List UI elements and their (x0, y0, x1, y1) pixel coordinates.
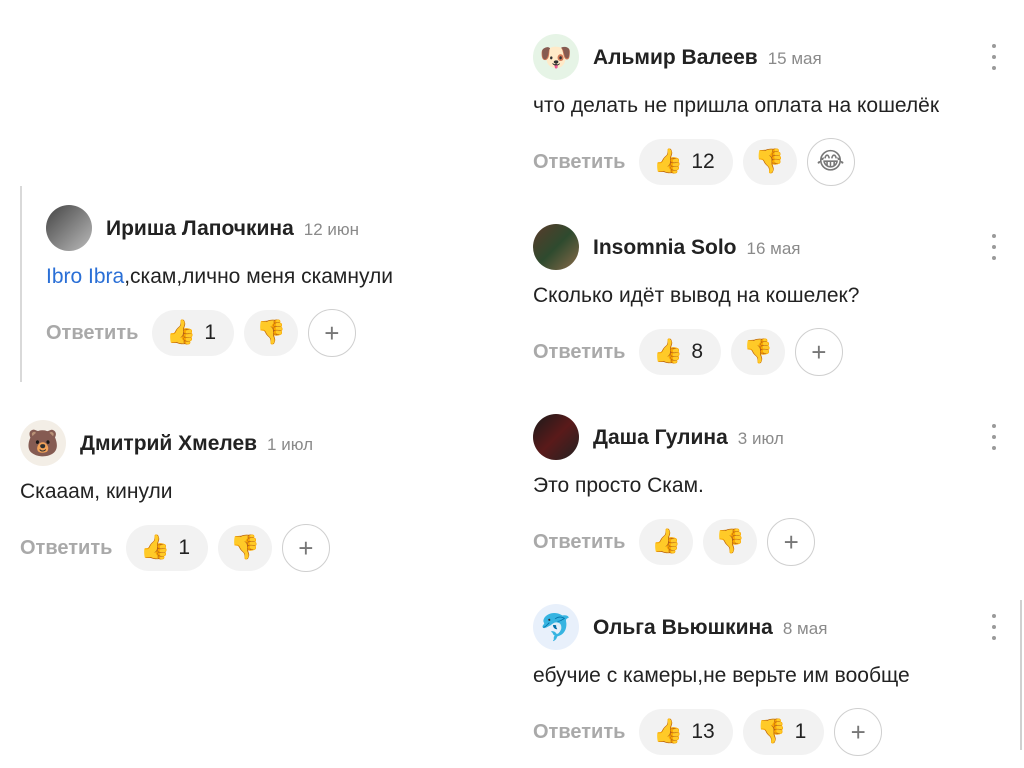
like-button[interactable]: 👍 13 (639, 709, 733, 755)
comment: Даша Гулина 3 июл Это просто Скам. Ответи… (533, 414, 1003, 566)
avatar[interactable] (533, 414, 579, 460)
like-count: 1 (204, 321, 216, 344)
add-reaction-button[interactable]: + (281, 524, 330, 572)
like-button[interactable]: 👍 (639, 519, 694, 565)
author-name[interactable]: Альмир Валеев 15 мая (593, 46, 822, 70)
comment-text: Ibro Ibra,скам,лично меня скамнули (46, 265, 393, 288)
comment-text: Это просто Скам. (533, 474, 704, 497)
comment-date: 1 июл (267, 435, 314, 454)
comment: 🐬 Ольга Вьюшкина 8 мая ебучие с камеры,не… (533, 604, 1003, 756)
thumbs-down-icon: 👎 (743, 338, 773, 365)
avatar[interactable]: 🐬 (533, 604, 579, 650)
author-name[interactable]: Ольга Вьюшкина 8 мая (593, 616, 827, 640)
comment-text: ебучие с камеры,не верьте им вообще (533, 664, 910, 687)
thumbs-down-icon: 👎 (256, 319, 286, 346)
comment: 🐶 Альмир Валеев 15 мая что делать не приш… (533, 34, 1003, 186)
avatar[interactable]: 🐶 (533, 34, 579, 80)
plus-icon: + (298, 532, 314, 563)
plus-icon: + (811, 336, 827, 367)
comment-date: 3 июл (737, 429, 784, 448)
like-count: 13 (691, 720, 715, 743)
reply-button[interactable]: Ответить (533, 721, 625, 744)
author-name[interactable]: Даша Гулина 3 июл (593, 426, 784, 450)
comment-text: что делать не пришла оплата на кошелёк (533, 94, 940, 117)
bear-icon: 🐻 (26, 427, 60, 458)
comment-date: 12 июн (303, 220, 360, 239)
add-reaction-button[interactable]: + (767, 518, 816, 566)
thumbs-up-icon: 👍 (140, 534, 171, 561)
comment: Insomnia Solo 16 мая Сколько идёт вывод н… (533, 224, 1003, 376)
thumbs-up-icon: 👍 (653, 718, 684, 745)
reply-button[interactable]: Ответить (46, 322, 138, 345)
dislike-button[interactable]: 👎 (244, 310, 298, 356)
comment-date: 15 мая (767, 49, 822, 68)
reply-button[interactable]: Ответить (533, 341, 625, 364)
like-count: 8 (691, 340, 703, 363)
mention-link[interactable]: Ibro Ibra (46, 265, 124, 288)
thumbs-down-icon: 👎 (715, 528, 746, 555)
dislike-button[interactable]: 👎 (703, 519, 758, 565)
thumbs-down-icon: 👎 (230, 534, 260, 561)
thumbs-down-icon: 👎 (756, 718, 787, 745)
reply-button[interactable]: Ответить (20, 537, 112, 560)
thumbs-up-icon: 👍 (166, 319, 197, 346)
thread-line (20, 186, 22, 382)
comment: 🐻 Дмитрий Хмелев 1 июл Скааам, кинули Отв… (20, 420, 460, 572)
more-vertical-icon[interactable] (985, 614, 1003, 640)
dislike-button[interactable]: 👎 (218, 525, 272, 571)
comment-date: 8 мая (782, 619, 828, 638)
author-name[interactable]: Ириша Лапочкина 12 июн (106, 217, 359, 241)
author-name[interactable]: Insomnia Solo 16 мая (593, 236, 801, 260)
dog-icon: 🐶 (539, 41, 573, 72)
like-button[interactable]: 👍 12 (639, 139, 733, 185)
dislike-button[interactable]: 👎 1 (742, 709, 825, 755)
add-reaction-button[interactable]: + (834, 708, 883, 756)
like-count: 1 (178, 536, 190, 559)
dislike-count: 1 (794, 720, 807, 743)
avatar[interactable] (533, 224, 579, 270)
plus-icon: + (783, 526, 799, 557)
like-count: 12 (691, 150, 715, 173)
more-vertical-icon[interactable] (985, 44, 1003, 70)
thumbs-up-icon: 👍 (653, 338, 684, 365)
comment-text: Скааам, кинули (20, 480, 173, 503)
plus-icon: + (850, 716, 866, 747)
comment-text: Сколько идёт вывод на кошелек? (533, 284, 860, 307)
dislike-button[interactable]: 👎 (742, 139, 797, 185)
comment-date: 16 мая (746, 239, 801, 258)
avatar[interactable]: 🐻 (20, 420, 66, 466)
reply-button[interactable]: Ответить (533, 151, 625, 174)
dolphin-icon: 🐬 (539, 611, 573, 642)
like-button[interactable]: 👍 1 (152, 310, 234, 356)
like-button[interactable]: 👍 1 (126, 525, 208, 571)
scrollbar[interactable] (1020, 600, 1022, 750)
comment: Ириша Лапочкина 12 июн Ibro Ibra,скам,лич… (46, 205, 486, 357)
avatar[interactable] (46, 205, 92, 251)
thumbs-up-icon: 👍 (653, 148, 684, 175)
add-reaction-button[interactable]: + (307, 309, 356, 357)
like-button[interactable]: 👍 8 (639, 329, 721, 375)
author-name[interactable]: Дмитрий Хмелев 1 июл (80, 432, 313, 456)
plus-icon: + (324, 317, 340, 348)
dislike-button[interactable]: 👎 (731, 329, 785, 375)
thumbs-up-icon: 👍 (651, 528, 682, 555)
add-reaction-button[interactable]: + (794, 328, 843, 376)
reply-button[interactable]: Ответить (533, 531, 625, 554)
more-vertical-icon[interactable] (985, 234, 1003, 260)
more-vertical-icon[interactable] (985, 424, 1003, 450)
laughing-reaction-button[interactable]: 😂 (806, 138, 855, 186)
thumbs-down-icon: 👎 (754, 148, 785, 175)
laughing-emoji-icon: 😂 (816, 148, 845, 175)
